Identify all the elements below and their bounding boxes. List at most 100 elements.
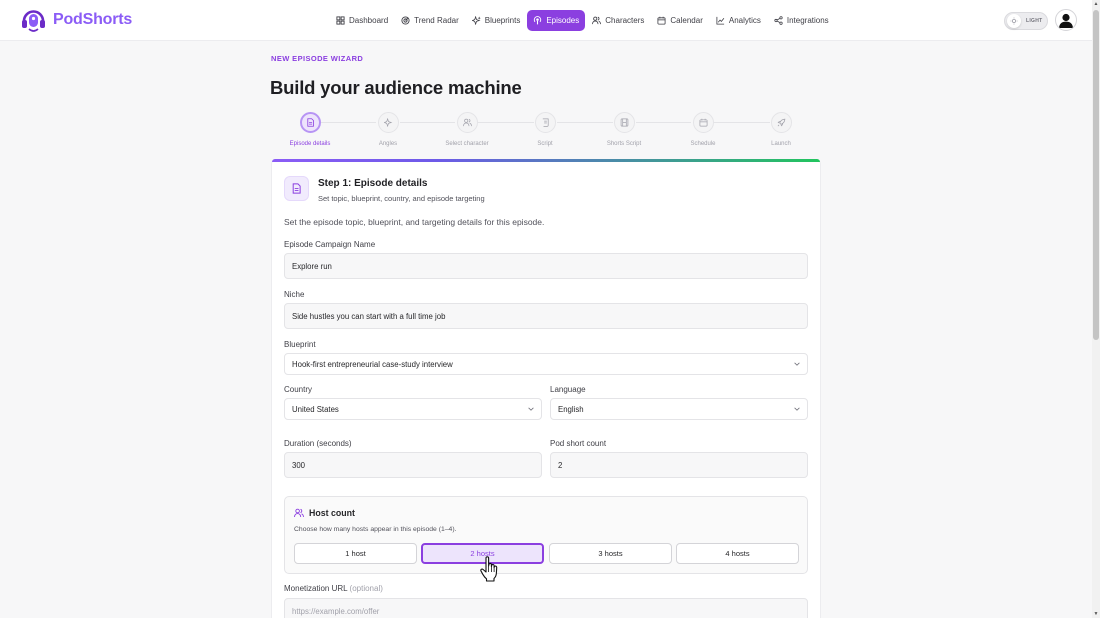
- users-icon: [456, 112, 478, 133]
- country-value: United States: [292, 404, 339, 414]
- nav-characters[interactable]: Characters: [586, 10, 650, 31]
- nav-label: Calendar: [670, 16, 703, 25]
- nav-label: Integrations: [786, 16, 829, 25]
- nav-integrations[interactable]: Integrations: [768, 10, 835, 31]
- nav-episodes[interactable]: Episodes: [527, 10, 586, 31]
- nav-label: Blueprints: [484, 16, 521, 25]
- nav-analytics[interactable]: Analytics: [710, 10, 767, 31]
- rocket-icon: [770, 112, 792, 133]
- monetization-label-text: Monetization URL: [284, 584, 348, 593]
- page-scrollbar[interactable]: ▲ ▼: [1092, 0, 1100, 618]
- share-icon: [774, 16, 783, 25]
- calendar-icon: [692, 112, 714, 133]
- niche-label: Niche: [284, 290, 305, 299]
- card-subtitle: Set topic, blueprint, country, and episo…: [318, 194, 485, 203]
- sparkle-icon: [377, 112, 399, 133]
- blueprint-value: Hook-first entrepreneurial case-study in…: [292, 359, 453, 369]
- nav-blueprints[interactable]: Blueprints: [466, 10, 527, 31]
- brand-logo[interactable]: PodShorts: [20, 6, 132, 34]
- step-label: Angles: [378, 141, 398, 147]
- film-icon: [613, 112, 635, 133]
- dashboard-icon: [336, 16, 345, 25]
- host-count-panel: Host count Choose how many hosts appear …: [284, 496, 808, 574]
- host-count-label: Host count: [309, 508, 355, 518]
- nav-trend-radar[interactable]: Trend Radar: [395, 10, 465, 31]
- scroll-up-icon[interactable]: ▲: [1093, 1, 1099, 7]
- user-avatar[interactable]: [1055, 9, 1077, 31]
- step-shorts-script[interactable]: Shorts Script: [584, 112, 664, 147]
- shorts-count-input[interactable]: 2: [550, 452, 808, 478]
- podcast-headphones-logo-icon: [20, 6, 47, 34]
- step-launch[interactable]: Launch: [741, 112, 821, 147]
- nav-label: Trend Radar: [414, 16, 459, 25]
- step-episode-details[interactable]: Episode details: [270, 112, 350, 147]
- sparkle-icon: [471, 16, 481, 25]
- user-icon: [1059, 13, 1073, 28]
- optional-hint: (optional): [349, 584, 383, 593]
- theme-label: LIGHT: [1026, 18, 1043, 24]
- language-value: English: [558, 404, 584, 414]
- document-icon: [299, 112, 321, 133]
- monetization-url-input[interactable]: https://example.com/offer: [284, 598, 808, 618]
- language-label: Language: [550, 385, 586, 394]
- nav-label: Analytics: [728, 16, 761, 25]
- top-navbar: PodShorts Dashboard Trend Radar Blueprin…: [0, 0, 1092, 41]
- country-select[interactable]: United States: [284, 398, 542, 420]
- wizard-eyebrow: NEW EPISODE WIZARD: [271, 54, 364, 63]
- radar-icon: [401, 16, 410, 25]
- chevron-down-icon: [794, 407, 800, 411]
- sun-icon: [1007, 14, 1021, 28]
- host-count-help: Choose how many hosts appear in this epi…: [294, 526, 457, 533]
- scroll-thumb[interactable]: [1093, 10, 1099, 340]
- calendar-icon: [657, 16, 666, 25]
- duration-input[interactable]: 300: [284, 452, 542, 478]
- step-label: Select character: [445, 141, 489, 147]
- monetization-label: Monetization URL (optional): [284, 584, 383, 593]
- document-icon: [284, 176, 309, 201]
- nav-dashboard[interactable]: Dashboard: [330, 10, 394, 31]
- step-schedule[interactable]: Schedule: [663, 112, 743, 147]
- host-count-title: Host count: [294, 508, 355, 518]
- nav-label: Episodes: [546, 16, 580, 25]
- campaign-name-input[interactable]: Explore run: [284, 253, 808, 279]
- progress-accent-bar: [272, 159, 820, 162]
- main-nav: Dashboard Trend Radar Blueprints Episode…: [330, 10, 836, 31]
- card-description: Set the episode topic, blueprint, and ta…: [284, 217, 545, 227]
- chevron-down-icon: [794, 362, 800, 366]
- card-title: Step 1: Episode details: [318, 178, 428, 189]
- host-option-4[interactable]: 4 hosts: [676, 543, 799, 564]
- chart-icon: [716, 16, 725, 25]
- script-icon: [534, 112, 556, 133]
- theme-toggle[interactable]: LIGHT: [1004, 12, 1048, 30]
- step-label: Shorts Script: [606, 141, 642, 147]
- blueprint-label: Blueprint: [284, 340, 316, 349]
- step-label: Script: [537, 141, 553, 147]
- niche-input[interactable]: Side hustles you can start with a full t…: [284, 303, 808, 329]
- step-label: Launch: [771, 141, 791, 147]
- language-select[interactable]: English: [550, 398, 808, 420]
- nav-label: Dashboard: [349, 16, 389, 25]
- step-script[interactable]: Script: [505, 112, 585, 147]
- shorts-count-label: Pod short count: [550, 439, 607, 448]
- chevron-down-icon: [528, 407, 534, 411]
- users-icon: [592, 16, 602, 25]
- country-label: Country: [284, 385, 313, 394]
- step-select-character[interactable]: Select character: [427, 112, 507, 147]
- step-label: Schedule: [690, 141, 716, 147]
- users-icon: [294, 508, 304, 518]
- campaign-name-label: Episode Campaign Name: [284, 240, 376, 249]
- episode-details-card: Step 1: Episode details Set topic, bluep…: [271, 159, 821, 618]
- step-angles[interactable]: Angles: [348, 112, 428, 147]
- host-option-1[interactable]: 1 host: [294, 543, 417, 564]
- page-title: Build your audience machine: [270, 77, 522, 98]
- scroll-down-icon[interactable]: ▼: [1093, 611, 1099, 617]
- blueprint-select[interactable]: Hook-first entrepreneurial case-study in…: [284, 353, 808, 375]
- step-label: Episode details: [289, 141, 331, 147]
- nav-label: Characters: [605, 16, 645, 25]
- nav-calendar[interactable]: Calendar: [651, 10, 708, 31]
- duration-label: Duration (seconds): [284, 439, 352, 448]
- hand-cursor-icon: [480, 556, 498, 582]
- podcast-icon: [534, 16, 542, 25]
- brand-name: PodShorts: [53, 11, 133, 28]
- host-option-3[interactable]: 3 hosts: [549, 543, 672, 564]
